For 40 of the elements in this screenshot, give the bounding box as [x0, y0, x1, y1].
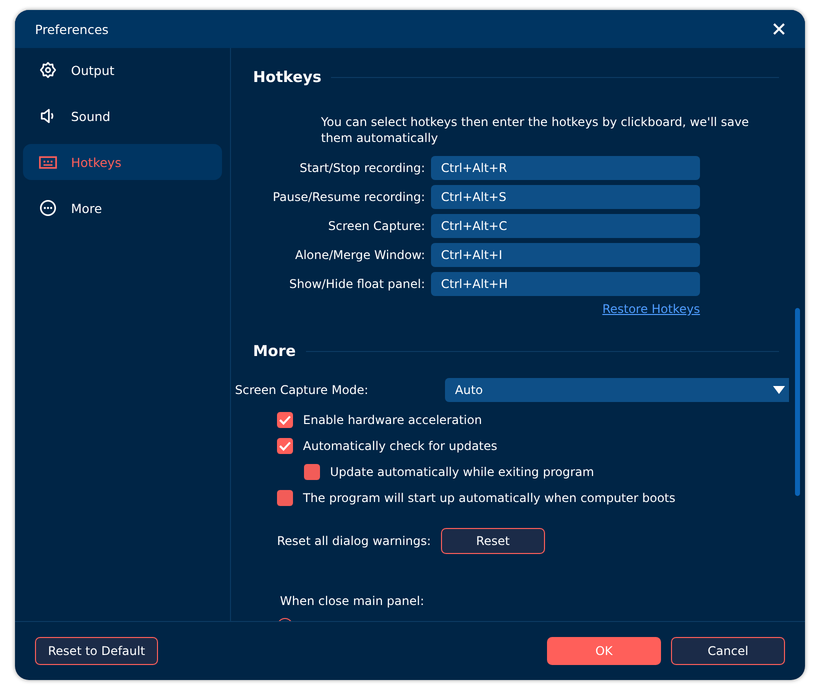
- scrollbar-thumb[interactable]: [795, 308, 800, 496]
- caret-icon: [773, 386, 785, 394]
- checkbox[interactable]: [304, 464, 320, 480]
- reset-warnings-label: Reset all dialog warnings:: [277, 534, 431, 548]
- checkbox[interactable]: [277, 490, 293, 506]
- checkbox[interactable]: [277, 438, 293, 454]
- gear-icon: [39, 61, 57, 79]
- hotkeys-description: You can select hotkeys then enter the hotkeys by clickboard, we'll save them automatically: [321, 114, 750, 146]
- checkbox-label: The program will start up automatically when computer boots: [303, 491, 676, 505]
- hotkey-label: Alone/Merge Window:: [294, 248, 426, 262]
- restore-hotkeys-link[interactable]: Restore Hotkeys: [602, 302, 700, 316]
- close-panel-label: When close main panel:: [280, 594, 426, 608]
- sidebar-item[interactable]: Hotkeys: [23, 144, 222, 180]
- sidebar-item[interactable]: More: [23, 190, 222, 226]
- hotkey-field[interactable]: Ctrl+Alt+C: [431, 214, 700, 238]
- checkbox[interactable]: [277, 412, 293, 428]
- sidebar-item[interactable]: Sound: [23, 98, 222, 134]
- hotkey-label: Pause/Resume recording:: [272, 190, 426, 204]
- hotkey-field[interactable]: Ctrl+Alt+S: [431, 185, 700, 209]
- hotkey-label: Show/Hide float panel:: [288, 277, 426, 291]
- reset-button[interactable]: Reset: [440, 528, 545, 554]
- hotkey-label: Start/Stop recording:: [298, 161, 426, 175]
- reset-to-default-button[interactable]: Reset to Default: [35, 637, 158, 665]
- keyboard-icon: [39, 156, 57, 168]
- checkbox-label: Update automatically while exiting program: [330, 465, 594, 479]
- capture-mode-label: Screen Capture Mode:: [235, 383, 370, 397]
- section-title: More: [253, 342, 296, 360]
- capture-mode-dropdown[interactable]: Auto: [445, 378, 789, 402]
- close-icon[interactable]: [773, 23, 785, 35]
- more-icon: [39, 199, 57, 217]
- sidebar-item[interactable]: Output: [23, 52, 222, 88]
- section-title: Hotkeys: [253, 68, 322, 86]
- hotkey-field[interactable]: Ctrl+Alt+I: [431, 243, 700, 267]
- checkbox-label: Enable hardware acceleration: [303, 413, 482, 427]
- checkbox-label: Automatically check for updates: [303, 439, 498, 453]
- window-title: Preferences: [35, 22, 109, 36]
- hotkey-field[interactable]: Ctrl+Alt+H: [431, 272, 700, 296]
- hotkey-field[interactable]: Ctrl+Alt+R: [431, 156, 700, 180]
- cancel-button[interactable]: Cancel: [671, 637, 785, 665]
- hotkey-label: Screen Capture:: [327, 219, 426, 233]
